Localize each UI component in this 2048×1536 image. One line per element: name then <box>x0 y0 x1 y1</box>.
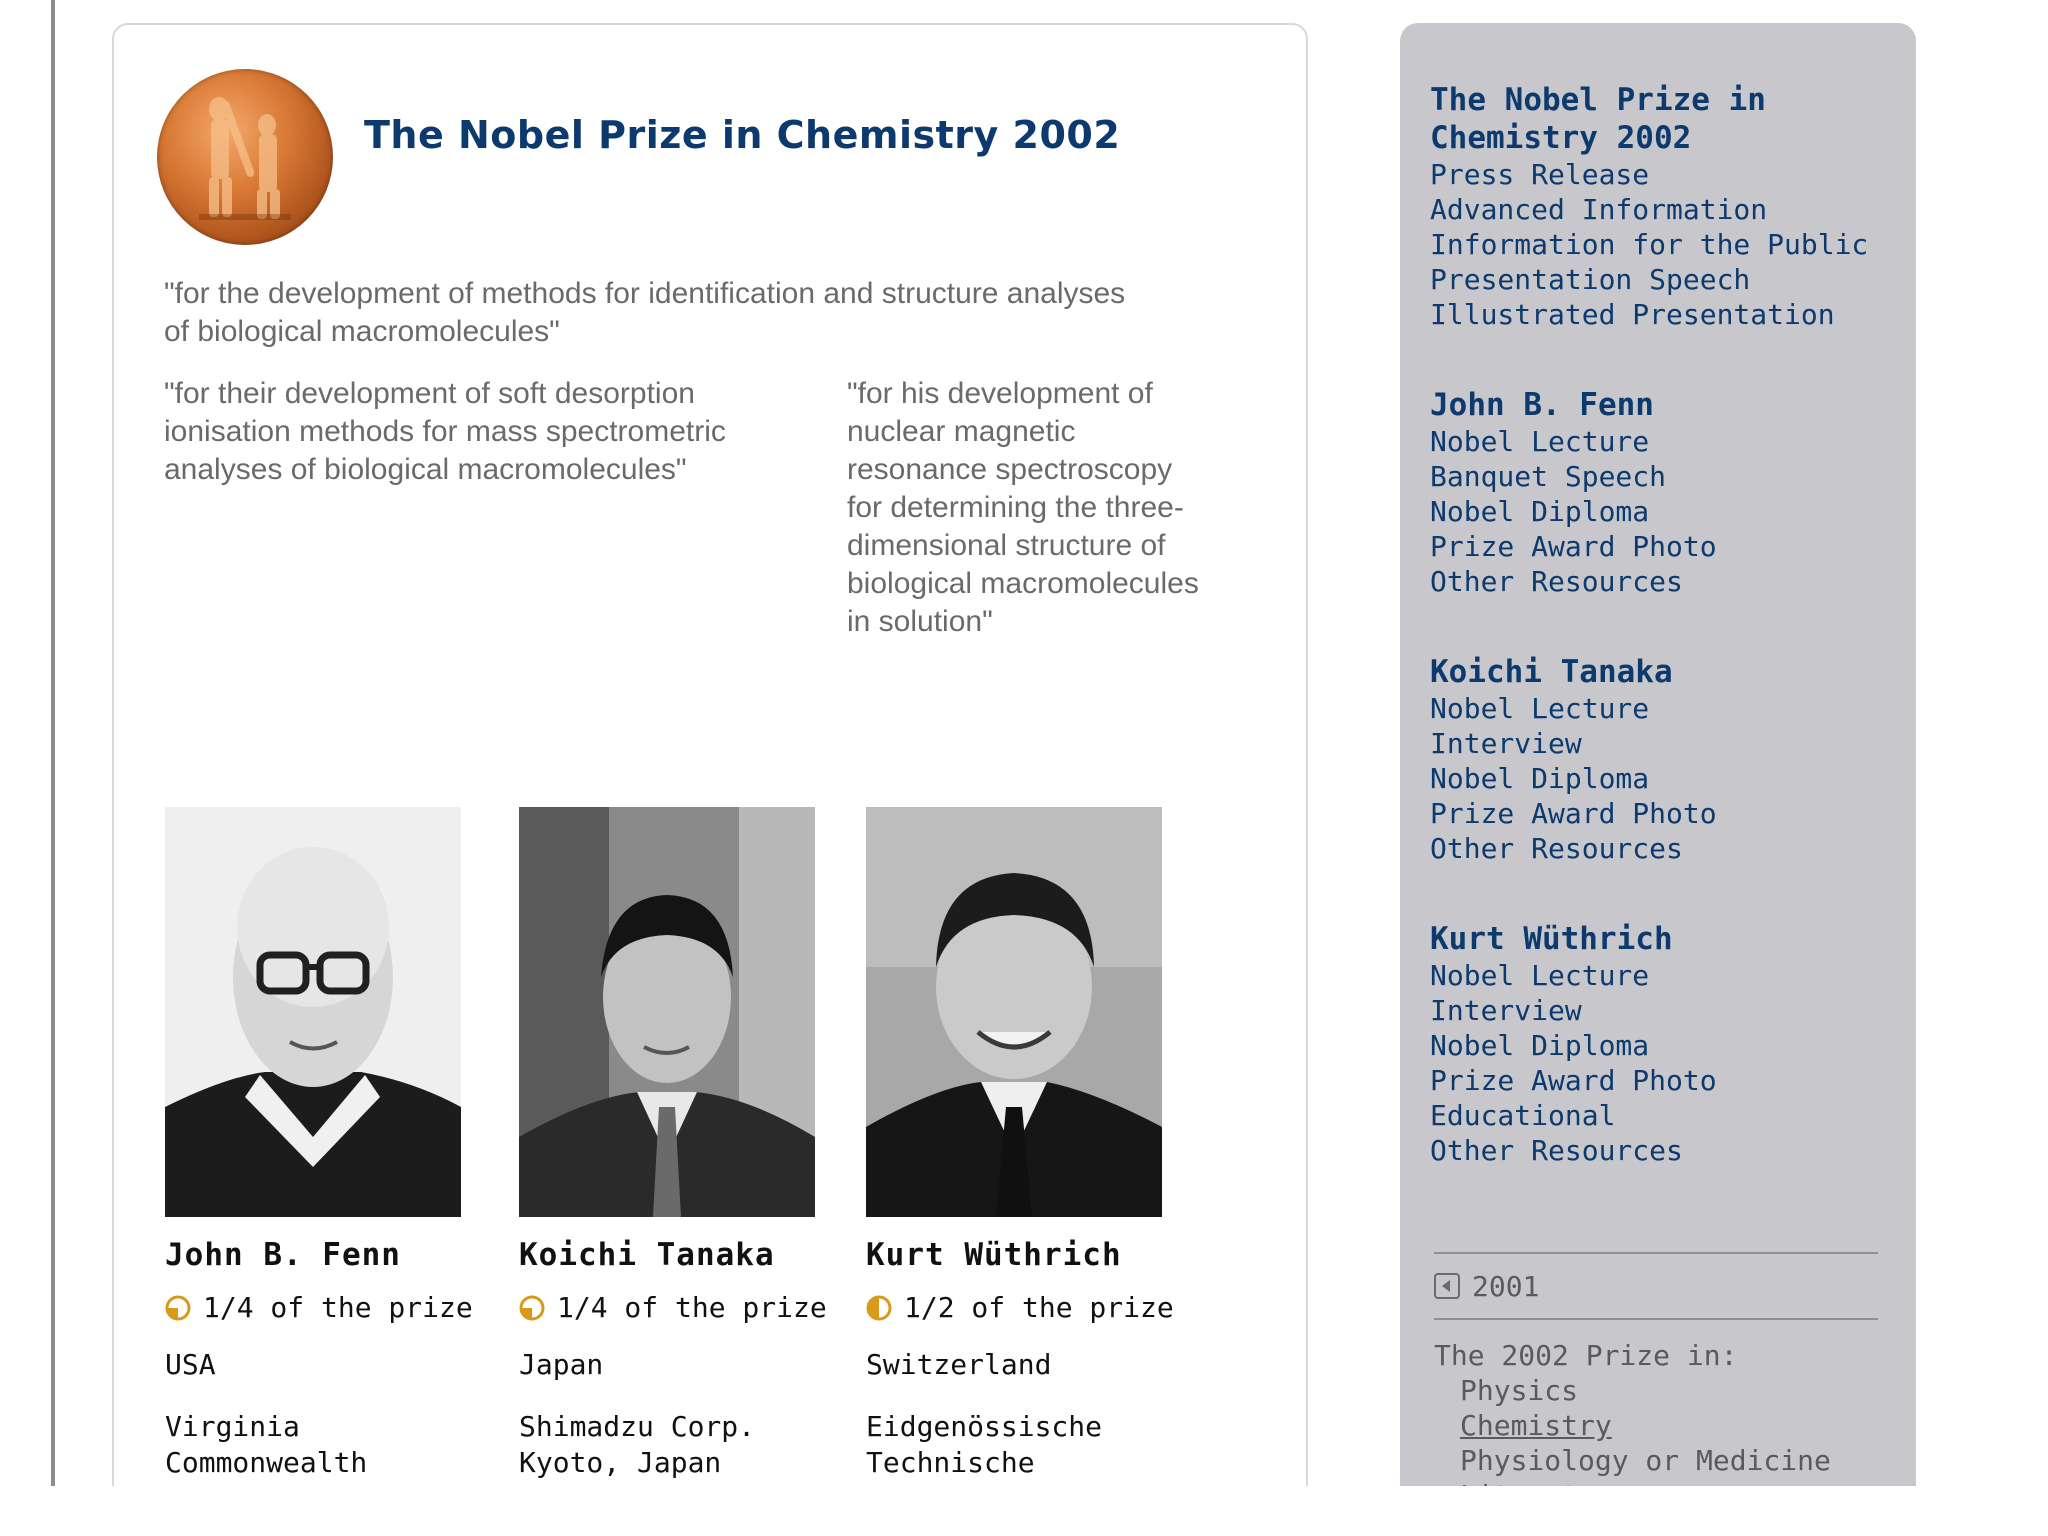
prize-share-pie-icon <box>866 1295 892 1320</box>
motivation-fenn-tanaka: "for their development of soft desorptio… <box>164 377 726 486</box>
sidebar-divider <box>1434 1318 1878 1320</box>
laureate-affiliation: Virginia Commonwealth University <box>165 1410 368 1486</box>
previous-arrow-icon <box>1434 1273 1460 1299</box>
motivation-wuthrich: "for his development of nuclear magnetic… <box>847 377 1199 638</box>
prize-share-row: 1/4 of the prize <box>165 1291 473 1324</box>
sidebar-link-prize-award-photo[interactable]: Prize Award Photo <box>1430 529 1900 564</box>
laureate-country: Japan <box>519 1348 604 1381</box>
prize-share-pie-icon <box>519 1295 545 1320</box>
sidebar-link-nobel-diploma[interactable]: Nobel Diploma <box>1430 1028 1900 1063</box>
sidebar-link-banquet-speech[interactable]: Banquet Speech <box>1430 459 1900 494</box>
laureate-card-fenn: John B. Fenn 1/4 of the prize USA Virgin… <box>165 807 473 1486</box>
bottom-blank-area <box>0 1486 2048 1536</box>
laureate-card-tanaka: Koichi Tanaka 1/4 of the prize Japan Shi… <box>519 807 827 1481</box>
laureate-name[interactable]: John B. Fenn <box>165 1237 465 1273</box>
page-title: The Nobel Prize in Chemistry 2002 <box>364 113 1121 157</box>
laureate-photo-wuthrich[interactable] <box>866 807 1162 1217</box>
sidebar-laureate-heading[interactable]: John B. Fenn <box>1430 386 1900 424</box>
laureate-name[interactable]: Kurt Wüthrich <box>866 1237 1166 1273</box>
sidebar-prize-medicine[interactable]: Physiology or Medicine <box>1430 1443 1900 1478</box>
sidebar-group-fenn: John B. Fenn Nobel Lecture Banquet Speec… <box>1430 386 1900 599</box>
laureate-country: USA <box>165 1348 216 1381</box>
prize-motivation: "for the development of methods for iden… <box>164 277 1126 348</box>
sidebar-prize-chemistry[interactable]: Chemistry <box>1430 1408 1900 1443</box>
laureate-name[interactable]: Koichi Tanaka <box>519 1237 819 1273</box>
sidebar-link-press-release[interactable]: Press Release <box>1430 157 1900 192</box>
sidebar-link-other-resources[interactable]: Other Resources <box>1430 831 1900 866</box>
sidebar-link-advanced-information[interactable]: Advanced Information <box>1430 192 1900 227</box>
sidebar-link-interview[interactable]: Interview <box>1430 726 1900 761</box>
sidebar-link-educational[interactable]: Educational <box>1430 1098 1900 1133</box>
sidebar-prize-group: The Nobel Prize in Chemistry 2002 Press … <box>1430 81 1900 332</box>
sidebar-link-nobel-lecture[interactable]: Nobel Lecture <box>1430 691 1900 726</box>
laureate-affiliation: Shimadzu Corp. Kyoto, Japan <box>519 1410 756 1479</box>
prize-share-text: 1/4 of the prize <box>203 1291 473 1324</box>
previous-year-label: 2001 <box>1472 1269 1540 1303</box>
prize-share-pie-icon <box>165 1295 191 1320</box>
sidebar-link-other-resources[interactable]: Other Resources <box>1430 1133 1900 1168</box>
prize-share-text: 1/4 of the prize <box>557 1291 827 1324</box>
laureate-country: Switzerland <box>866 1348 1052 1381</box>
sidebar-link-nobel-diploma[interactable]: Nobel Diploma <box>1430 494 1900 529</box>
sidebar-link-nobel-lecture[interactable]: Nobel Lecture <box>1430 958 1900 993</box>
sidebar-link-presentation-speech[interactable]: Presentation Speech <box>1430 262 1900 297</box>
sidebar-laureate-heading[interactable]: Kurt Wüthrich <box>1430 920 1900 958</box>
previous-year-link[interactable]: 2001 <box>1430 1254 1900 1318</box>
laureate-card-wuthrich: Kurt Wüthrich 1/2 of the prize Switzerla… <box>866 807 1174 1486</box>
prize-share-text: 1/2 of the prize <box>904 1291 1174 1324</box>
sidebar-link-illustrated-presentation[interactable]: Illustrated Presentation <box>1430 297 1900 332</box>
medal-relief-icon <box>199 97 291 220</box>
sidebar-laureate-heading[interactable]: Koichi Tanaka <box>1430 653 1900 691</box>
sidebar-link-information-public[interactable]: Information for the Public <box>1430 227 1900 262</box>
sidebar-prizes-title: The 2002 Prize in: <box>1434 1339 1738 1372</box>
sidebar-group-wuthrich: Kurt Wüthrich Nobel Lecture Interview No… <box>1430 920 1900 1168</box>
sidebar-navigation: The Nobel Prize in Chemistry 2002 Press … <box>1400 23 1916 1486</box>
sidebar-link-nobel-diploma[interactable]: Nobel Diploma <box>1430 761 1900 796</box>
prize-share-row: 1/2 of the prize <box>866 1291 1174 1324</box>
viewport: The Nobel Prize in Chemistry 2002 "for t… <box>0 0 2048 1486</box>
sidebar-link-prize-award-photo[interactable]: Prize Award Photo <box>1430 796 1900 831</box>
sidebar-link-interview[interactable]: Interview <box>1430 993 1900 1028</box>
sidebar-prize-physics[interactable]: Physics <box>1430 1373 1900 1408</box>
sidebar-link-nobel-lecture[interactable]: Nobel Lecture <box>1430 424 1900 459</box>
prize-share-row: 1/4 of the prize <box>519 1291 827 1324</box>
sidebar-link-other-resources[interactable]: Other Resources <box>1430 564 1900 599</box>
sidebar-prize-title[interactable]: The Nobel Prize in Chemistry 2002 <box>1430 81 1900 157</box>
sidebar-group-tanaka: Koichi Tanaka Nobel Lecture Interview No… <box>1430 653 1900 866</box>
main-content-panel: The Nobel Prize in Chemistry 2002 "for t… <box>112 23 1308 1486</box>
laureate-affiliation: Eidgenössische Technische Hochschule (Sw… <box>866 1410 1153 1486</box>
sidebar-link-prize-award-photo[interactable]: Prize Award Photo <box>1430 1063 1900 1098</box>
sidebar-prize-literature[interactable]: Literature <box>1430 1478 1900 1486</box>
laureate-photo-fenn[interactable] <box>165 807 461 1217</box>
nobel-medal-image <box>157 69 333 245</box>
laureate-photo-tanaka[interactable] <box>519 807 815 1217</box>
